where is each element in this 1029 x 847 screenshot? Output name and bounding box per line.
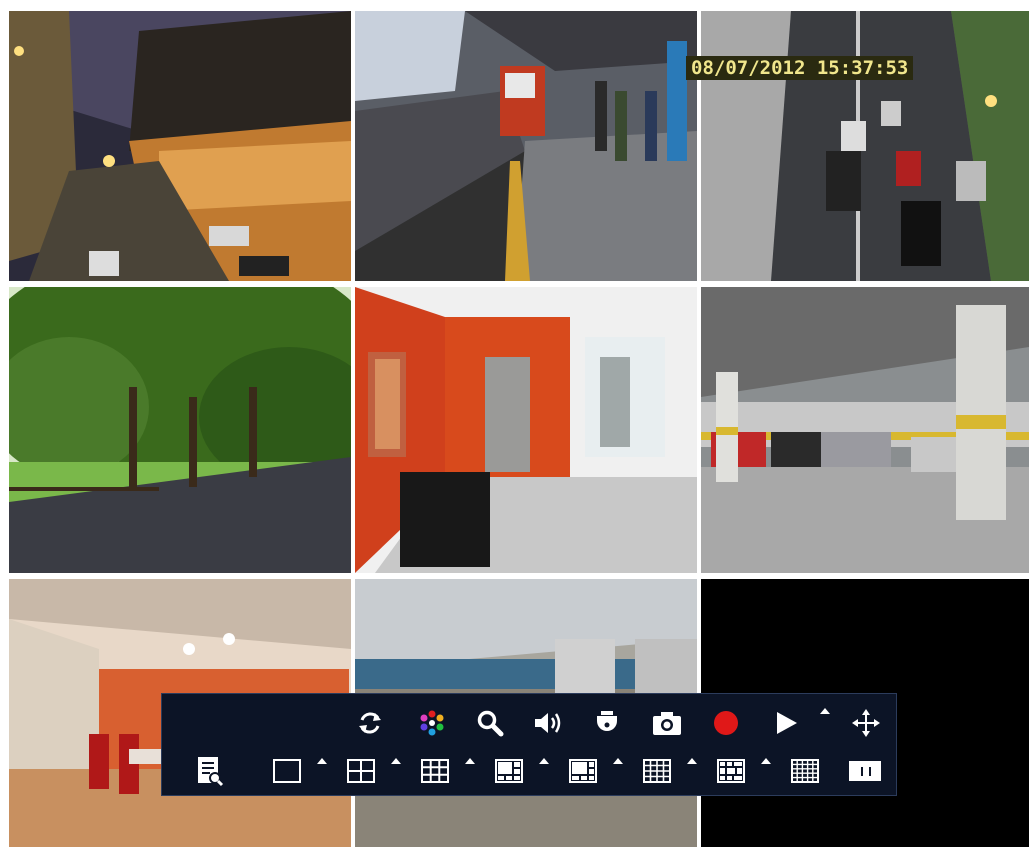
audio-button[interactable]	[528, 708, 568, 738]
layout-25-button[interactable]	[788, 756, 822, 786]
camera-tile-1[interactable]	[9, 11, 351, 281]
camera-tile-3[interactable]	[701, 11, 1029, 281]
search-log-button[interactable]	[190, 754, 228, 788]
zoom-button[interactable]	[470, 708, 510, 738]
layout-13-caret[interactable]	[761, 758, 771, 764]
refresh-button[interactable]	[350, 708, 390, 738]
zoom-icon	[477, 710, 504, 737]
layout-25-icon	[791, 759, 819, 783]
snapshot-button[interactable]	[647, 708, 687, 738]
layout-16-caret[interactable]	[687, 758, 697, 764]
layout-16-button[interactable]	[640, 756, 674, 786]
ptz-icon	[597, 711, 617, 731]
playback-menu-caret[interactable]	[820, 708, 830, 714]
layout-6-caret[interactable]	[613, 758, 623, 764]
layout-4-icon	[347, 759, 375, 783]
sequence-button[interactable]	[845, 756, 885, 786]
camera-4-image	[9, 287, 351, 573]
record-button[interactable]	[706, 708, 746, 738]
color-button[interactable]	[412, 708, 452, 738]
layout-8-caret[interactable]	[539, 758, 549, 764]
color-icon	[420, 710, 444, 736]
layout-9-button[interactable]	[418, 756, 452, 786]
camera-3-image	[701, 11, 1029, 281]
layout-13-button[interactable]	[714, 756, 748, 786]
refresh-icon	[359, 712, 381, 734]
camera-tile-5[interactable]	[355, 287, 697, 573]
layout-16-icon	[643, 759, 671, 783]
layout-1-button[interactable]	[270, 756, 304, 786]
playback-button[interactable]	[766, 708, 806, 738]
layout-4-caret[interactable]	[391, 758, 401, 764]
layout-9-icon	[421, 759, 449, 783]
sequence-icon	[849, 761, 881, 781]
record-icon	[714, 711, 738, 735]
layout-9-caret[interactable]	[465, 758, 475, 764]
search-log-icon	[198, 757, 224, 787]
layout-8-button[interactable]	[492, 756, 526, 786]
timestamp-overlay: 08/07/2012 15:37:53	[686, 56, 914, 80]
move-toolbar-button[interactable]	[846, 706, 886, 740]
layout-6-button[interactable]	[566, 756, 600, 786]
ptz-button[interactable]	[587, 708, 627, 738]
snapshot-icon	[653, 712, 681, 735]
camera-tile-4[interactable]	[9, 287, 351, 573]
camera-tile-2[interactable]	[355, 11, 697, 281]
audio-icon	[535, 713, 561, 733]
camera-2-image	[355, 11, 697, 281]
camera-1-image	[9, 11, 351, 281]
camera-tile-6[interactable]	[701, 287, 1029, 573]
layout-4-button[interactable]	[344, 756, 378, 786]
quick-toolbar	[161, 693, 897, 796]
camera-6-image	[701, 287, 1029, 573]
move-icon	[852, 709, 880, 737]
layout-13-icon	[717, 759, 745, 783]
layout-6-icon	[569, 759, 597, 783]
layout-1-icon	[273, 759, 301, 783]
playback-icon	[777, 712, 797, 734]
layout-1-caret[interactable]	[317, 758, 327, 764]
camera-5-image	[355, 287, 697, 573]
layout-8-icon	[495, 759, 523, 783]
